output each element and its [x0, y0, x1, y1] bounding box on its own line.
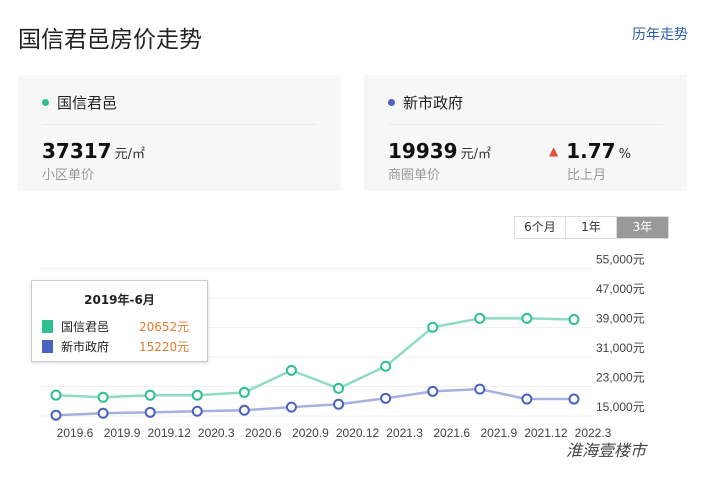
- y-tick-label: 39,000元: [596, 312, 645, 326]
- tooltip-title: 2019年-6月: [84, 293, 155, 307]
- x-tick-label: 2019.6: [57, 426, 94, 440]
- data-point: [521, 393, 533, 405]
- watermark: 淮海壹楼市: [566, 441, 647, 460]
- data-point: [474, 312, 486, 324]
- y-tick-label: 31,000元: [596, 341, 645, 355]
- data-point: [427, 385, 439, 397]
- data-point: [427, 321, 439, 333]
- x-tick-label: 2020.9: [292, 426, 329, 440]
- data-point: [50, 409, 62, 421]
- tooltip-series-value: 20652元: [139, 320, 190, 334]
- x-tick-label: 2020.12: [336, 426, 380, 440]
- data-point: [50, 389, 62, 401]
- data-point: [521, 312, 533, 324]
- legend-blue-square-icon: [42, 340, 53, 353]
- data-point: [285, 401, 297, 413]
- x-tick-label: 2021.6: [433, 426, 470, 440]
- x-tick-label: 2021.3: [386, 426, 423, 440]
- x-tick-label: 2019.12: [147, 426, 191, 440]
- data-point: [568, 314, 580, 326]
- series-line: [55, 387, 574, 417]
- x-tick-label: 2020.6: [245, 426, 282, 440]
- tooltip-series-value: 15220元: [139, 340, 190, 354]
- data-point: [333, 398, 345, 410]
- y-tick-label: 23,000元: [596, 371, 645, 385]
- data-point: [144, 406, 156, 418]
- tooltip-series-name: 新市政府: [61, 340, 110, 354]
- y-tick-label: 15,000元: [596, 400, 645, 414]
- x-tick-label: 2019.9: [104, 426, 141, 440]
- data-point: [238, 404, 250, 416]
- data-point: [380, 392, 392, 404]
- tooltip-series-name: 国信君邑: [61, 320, 110, 334]
- data-point: [333, 382, 345, 394]
- x-tick-label: 2020.3: [198, 426, 235, 440]
- data-point: [144, 389, 156, 401]
- y-tick-label: 47,000元: [596, 282, 645, 296]
- x-tick-label: 2021.12: [524, 426, 568, 440]
- data-point: [97, 391, 109, 403]
- data-point: [380, 360, 392, 372]
- price-trend-chart: 15,000元 23,000元 31,000元 39,000元 47,000元 55,00…: [40, 253, 645, 440]
- data-point: [568, 393, 580, 405]
- chart-tooltip: 2019年-6月 国信君邑 20652元 新市政府 15220元: [31, 280, 208, 362]
- data-point: [474, 383, 486, 395]
- legend-green-square-icon: [42, 320, 53, 333]
- data-point: [285, 364, 297, 376]
- y-tick-label: 55,000元: [596, 253, 645, 267]
- data-point: [238, 386, 250, 398]
- data-point: [97, 407, 109, 419]
- data-point: [191, 389, 203, 401]
- data-point: [191, 405, 203, 417]
- x-tick-label: 2021.9: [480, 426, 517, 440]
